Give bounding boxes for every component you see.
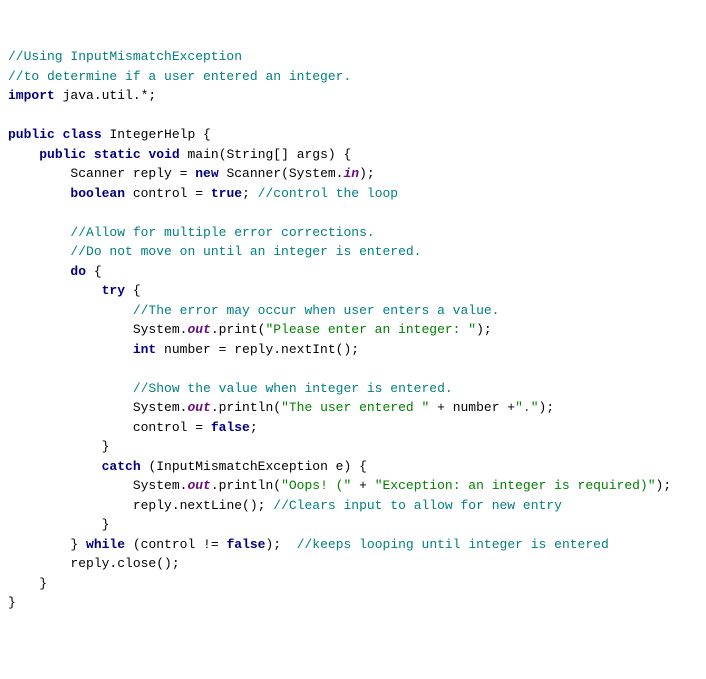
keyword-class: class <box>63 127 102 142</box>
comment-inline: //control the loop <box>258 186 398 201</box>
keyword-catch: catch <box>102 459 141 474</box>
brace: } <box>102 439 110 454</box>
keyword-while: while <box>86 537 125 552</box>
brace: } <box>39 576 47 591</box>
brace: } <box>70 537 86 552</box>
code-text: ); <box>476 322 492 337</box>
code-text: number = reply.nextInt(); <box>156 342 359 357</box>
static-field: out <box>187 478 210 493</box>
code-text: reply.close(); <box>70 556 179 571</box>
code-text: + <box>351 478 374 493</box>
comment-line: //Do not move on until an integer is ent… <box>70 244 421 259</box>
code-text: Scanner reply = <box>70 166 195 181</box>
code-text: ; <box>242 186 258 201</box>
code-text: Scanner(System. <box>219 166 344 181</box>
comment-line: //The error may occur when user enters a… <box>133 303 500 318</box>
comment-line: //Show the value when integer is entered… <box>133 381 453 396</box>
code-text: + number + <box>429 400 515 415</box>
comment-line: //Allow for multiple error corrections. <box>70 225 374 240</box>
comment-inline: //keeps looping until integer is entered <box>297 537 609 552</box>
keyword-static: static <box>94 147 141 162</box>
brace: { <box>86 264 102 279</box>
static-field: out <box>187 322 210 337</box>
keyword-true: true <box>211 186 242 201</box>
keyword-public: public <box>8 127 55 142</box>
keyword-public: public <box>39 147 86 162</box>
string-literal: "Exception: an integer is required)" <box>375 478 656 493</box>
code-text: System. <box>133 478 188 493</box>
string-literal: "." <box>515 400 538 415</box>
comment-line: //Using InputMismatchException <box>8 49 242 64</box>
code-text: ); <box>265 537 296 552</box>
string-literal: "The user entered " <box>281 400 429 415</box>
comment-line: //to determine if a user entered an inte… <box>8 69 351 84</box>
keyword-false: false <box>211 420 250 435</box>
string-literal: "Please enter an integer: " <box>265 322 476 337</box>
keyword-do: do <box>70 264 86 279</box>
static-field: out <box>187 400 210 415</box>
keyword-false: false <box>226 537 265 552</box>
method-signature: main(String[] args) { <box>180 147 352 162</box>
keyword-import: import <box>8 88 55 103</box>
code-text: System. <box>133 400 188 415</box>
code-text: control = <box>133 420 211 435</box>
static-field: in <box>343 166 359 181</box>
code-text: .println( <box>211 478 281 493</box>
code-text: ); <box>656 478 672 493</box>
string-literal: "Oops! (" <box>281 478 351 493</box>
brace: } <box>8 595 16 610</box>
keyword-boolean: boolean <box>70 186 125 201</box>
code-text: ); <box>539 400 555 415</box>
brace: { <box>125 283 141 298</box>
keyword-int: int <box>133 342 156 357</box>
code-text: ; <box>250 420 258 435</box>
code-text: .print( <box>211 322 266 337</box>
code-text: .println( <box>211 400 281 415</box>
brace: } <box>102 517 110 532</box>
code-text: reply.nextLine(); <box>133 498 273 513</box>
import-statement: java.util.*; <box>55 88 156 103</box>
keyword-new: new <box>195 166 218 181</box>
catch-signature: (InputMismatchException e) { <box>141 459 367 474</box>
code-block: //Using InputMismatchException //to dete… <box>8 47 698 613</box>
code-text: System. <box>133 322 188 337</box>
class-name: IntegerHelp { <box>102 127 211 142</box>
keyword-try: try <box>102 283 125 298</box>
keyword-void: void <box>148 147 179 162</box>
comment-inline: //Clears input to allow for new entry <box>273 498 562 513</box>
code-text: (control != <box>125 537 226 552</box>
code-text: ); <box>359 166 375 181</box>
code-text: control = <box>125 186 211 201</box>
